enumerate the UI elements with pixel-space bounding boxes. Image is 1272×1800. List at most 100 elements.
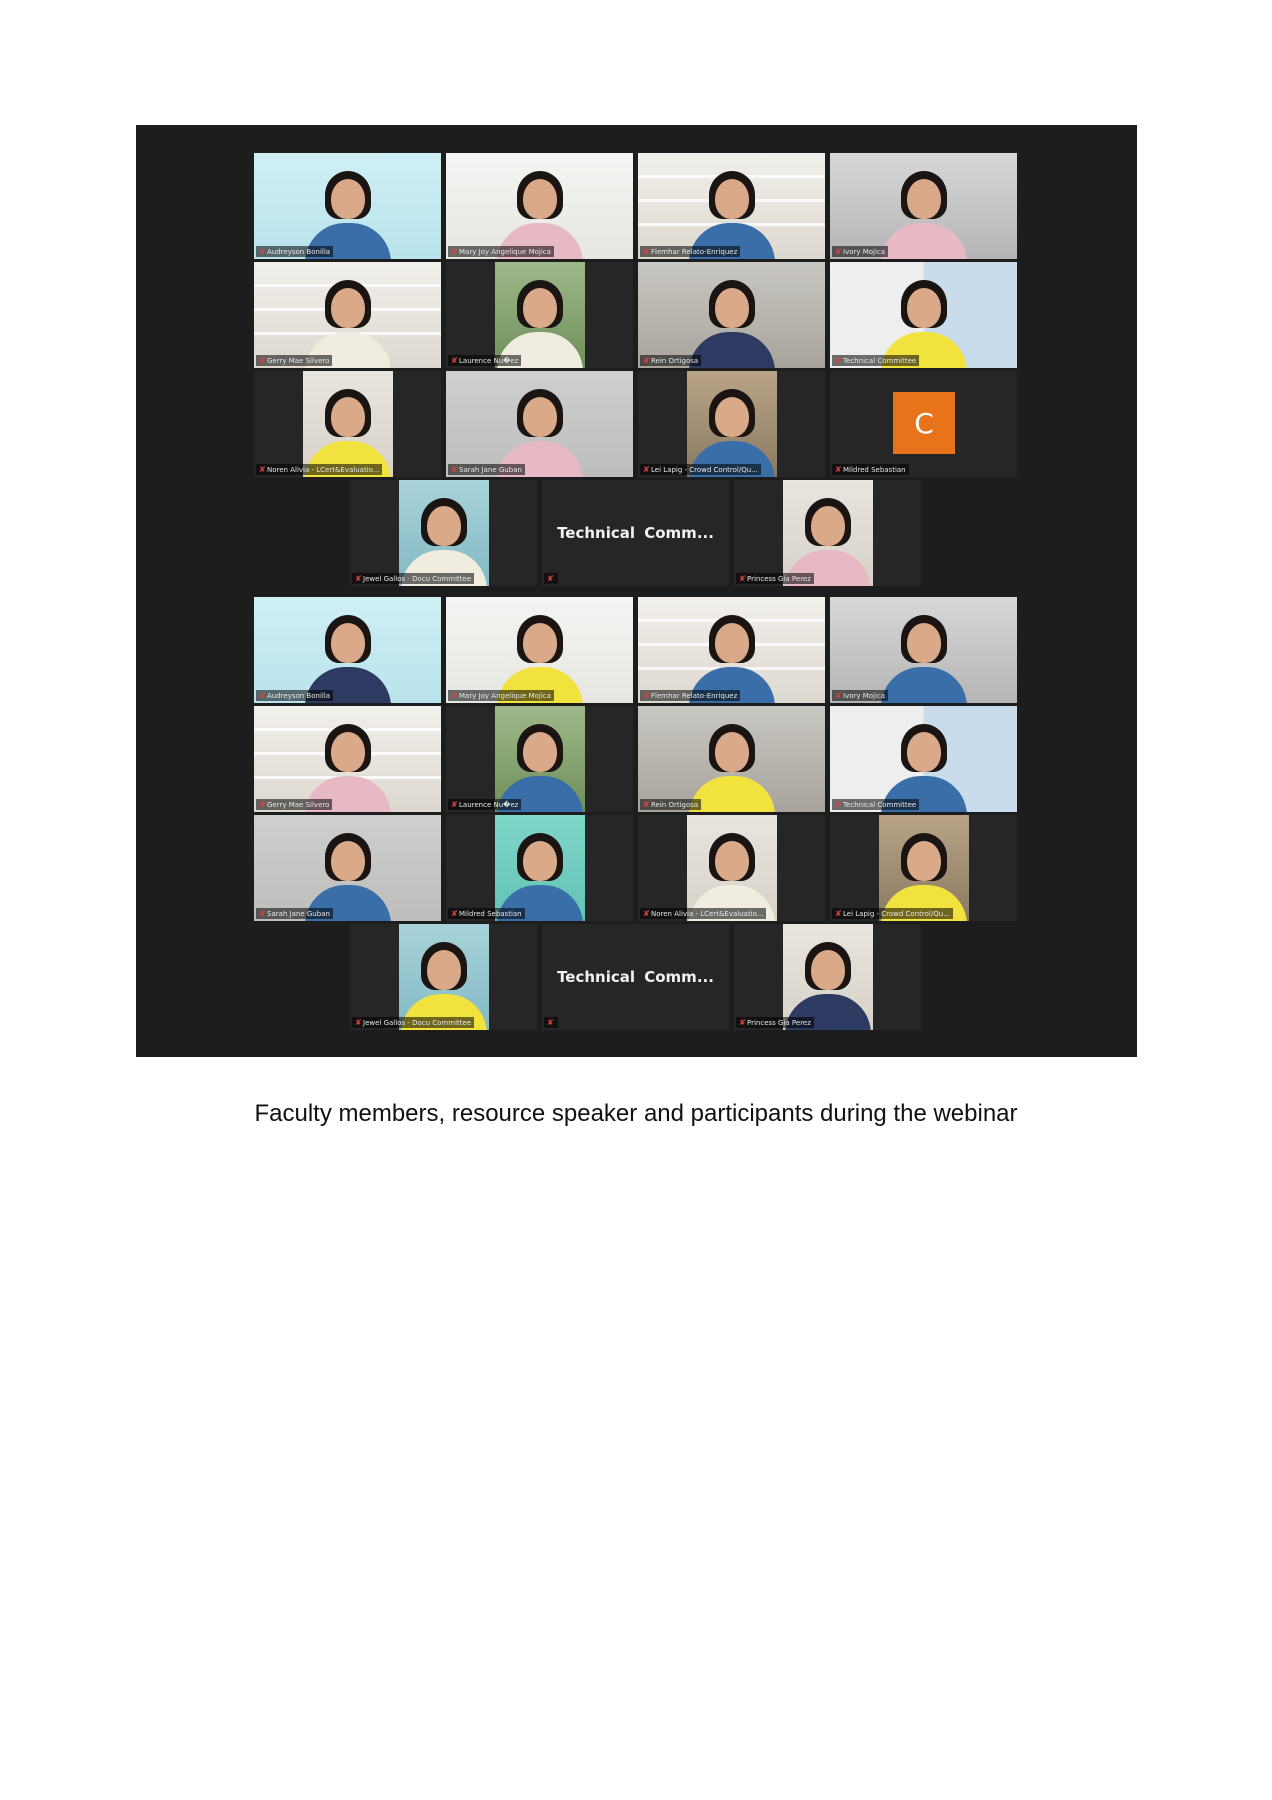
muted-mic-icon: ✘: [355, 575, 361, 583]
video-tile[interactable]: ✘ Noren Alivia - LCert&Evaluatio...: [254, 371, 441, 477]
video-tile[interactable]: ✘ Technical Committee: [830, 706, 1017, 812]
participant-name-bar: ✘ Lei Lapig - Crowd Control/Qu...: [640, 464, 761, 475]
muted-mic-icon: ✘: [643, 801, 649, 809]
camera-feed: [254, 815, 441, 921]
participant-name-bar: ✘ Laurence Nu�ez: [448, 799, 521, 810]
webinar-screenshot: ✘ Audreyson Bonilla ✘ Mary Joy Angelique Mo…: [136, 125, 1137, 1057]
muted-mic-icon: ✘: [259, 801, 265, 809]
video-tile[interactable]: ✘ Princess Gia Perez: [734, 924, 921, 1030]
video-tile[interactable]: ✘ Laurence Nu�ez: [446, 262, 633, 368]
participant-name: Jewel Gallos - Docu Committee: [363, 575, 471, 583]
participant-name: Ivory Mojica: [843, 692, 885, 700]
participant-name-bar: ✘ Noren Alivia - LCert&Evaluatio...: [256, 464, 382, 475]
participant-name: Laurence Nu�ez: [459, 357, 518, 365]
video-tile[interactable]: ✘ Technical Committee: [830, 262, 1017, 368]
video-tile[interactable]: ✘ Mildred Sebastian: [446, 815, 633, 921]
video-tile[interactable]: ✘ Gerry Mae Silvero: [254, 262, 441, 368]
muted-mic-icon: ✘: [643, 357, 649, 365]
video-tile[interactable]: ✘ Flemhar Relato-Enriquez: [638, 597, 825, 703]
camera-feed: [638, 262, 825, 368]
video-tile[interactable]: ✘ Rein Ortigosa: [638, 706, 825, 812]
participant-name-bar: ✘ Ivory Mojica: [832, 690, 888, 701]
video-tile[interactable]: ✘ Audreyson Bonilla: [254, 153, 441, 259]
video-tile[interactable]: ✘ Audreyson Bonilla: [254, 597, 441, 703]
participant-name-bar: ✘ Jewel Gallos - Docu Committee: [352, 573, 474, 584]
video-tile[interactable]: ✘ Noren Alivia - LCert&Evaluatio...: [638, 815, 825, 921]
participant-name-bar: ✘ Audreyson Bonilla: [256, 246, 333, 257]
participant-label: Technical Comm...: [542, 968, 729, 986]
participant-name-bar: ✘ Ivory Mojica: [832, 246, 888, 257]
participant-name-bar: ✘ Laurence Nu�ez: [448, 355, 521, 366]
video-tile[interactable]: ✘ Jewel Gallos - Docu Committee: [350, 480, 537, 586]
camera-feed: [303, 371, 393, 477]
video-tile[interactable]: ✘ Princess Gia Perez: [734, 480, 921, 586]
tile-row: ✘ Jewel Gallos - Docu Committee Technical …: [254, 924, 1019, 1030]
video-tile-camera-off[interactable]: Technical Comm... ✘: [542, 924, 729, 1030]
video-tile[interactable]: ✘ Sarah Jane Guban: [446, 371, 633, 477]
muted-mic-icon: ✘: [547, 575, 553, 583]
participant-name-bar: ✘ Lei Lapig - Crowd Control/Qu...: [832, 908, 953, 919]
video-tile[interactable]: ✘ Flemhar Relato-Enriquez: [638, 153, 825, 259]
video-tile[interactable]: ✘ Gerry Mae Silvero: [254, 706, 441, 812]
muted-mic-icon: ✘: [451, 466, 457, 474]
participant-name: Technical Committee: [843, 357, 916, 365]
participant-name: Technical Committee: [843, 801, 916, 809]
participant-name-bar: ✘ Sarah Jane Guban: [256, 908, 333, 919]
camera-feed: [830, 262, 1017, 368]
video-tile[interactable]: ✘ Rein Ortigosa: [638, 262, 825, 368]
muted-mic-icon: ✘: [451, 910, 457, 918]
video-tile[interactable]: C ✘ Mildred Sebastian: [830, 371, 1017, 477]
participant-name: Flemhar Relato-Enriquez: [651, 248, 737, 256]
participant-name: Noren Alivia - LCert&Evaluatio...: [267, 466, 379, 474]
video-tile[interactable]: ✘ Jewel Gallos - Docu Committee: [350, 924, 537, 1030]
tile-row: ✘ Noren Alivia - LCert&Evaluatio... ✘ Sarah…: [254, 371, 1019, 477]
camera-feed: [830, 153, 1017, 259]
participant-name-bar: ✘ Noren Alivia - LCert&Evaluatio...: [640, 908, 766, 919]
participant-name: Audreyson Bonilla: [267, 248, 330, 256]
muted-mic-icon: ✘: [835, 801, 841, 809]
participant-name: Princess Gia Perez: [747, 575, 811, 583]
muted-mic-icon: ✘: [259, 248, 265, 256]
video-tile[interactable]: ✘ Mary Joy Angelique Mojica: [446, 597, 633, 703]
participant-name-bar: ✘ Jewel Gallos - Docu Committee: [352, 1017, 474, 1028]
camera-feed: [495, 262, 585, 368]
camera-feed: [638, 153, 825, 259]
muted-mic-icon: ✘: [643, 248, 649, 256]
camera-feed: [254, 706, 441, 812]
video-tile[interactable]: ✘ Laurence Nu�ez: [446, 706, 633, 812]
camera-feed: [638, 597, 825, 703]
participant-name: Gerry Mae Silvero: [267, 357, 329, 365]
participant-name: Mildred Sebastian: [843, 466, 906, 474]
camera-feed: [399, 924, 489, 1030]
participant-name-bar: ✘ Rein Ortigosa: [640, 799, 701, 810]
camera-feed: [638, 706, 825, 812]
video-tile[interactable]: ✘ Ivory Mojica: [830, 153, 1017, 259]
participant-name: Rein Ortigosa: [651, 357, 698, 365]
tile-row: ✘ Audreyson Bonilla ✘ Mary Joy Angelique Mo…: [254, 597, 1019, 703]
tile-row: ✘ Jewel Gallos - Docu Committee Technical …: [254, 480, 1019, 586]
muted-mic-icon: ✘: [643, 692, 649, 700]
muted-mic-icon: ✘: [835, 692, 841, 700]
participant-name-bar: ✘ Sarah Jane Guban: [448, 464, 525, 475]
participant-name: Mary Joy Angelique Mojica: [459, 692, 551, 700]
tile-row: ✘ Gerry Mae Silvero ✘ Laurence Nu�ez ✘ Rein O…: [254, 262, 1019, 368]
camera-feed: [254, 597, 441, 703]
participant-name-bar: ✘: [544, 1017, 558, 1028]
camera-feed: [879, 815, 969, 921]
muted-mic-icon: ✘: [643, 466, 649, 474]
video-tile[interactable]: ✘ Lei Lapig - Crowd Control/Qu...: [638, 371, 825, 477]
video-tile[interactable]: ✘ Lei Lapig - Crowd Control/Qu...: [830, 815, 1017, 921]
video-tile[interactable]: ✘ Sarah Jane Guban: [254, 815, 441, 921]
muted-mic-icon: ✘: [451, 357, 457, 365]
video-tile-camera-off[interactable]: Technical Comm... ✘: [542, 480, 729, 586]
muted-mic-icon: ✘: [835, 466, 841, 474]
video-tile[interactable]: ✘ Mary Joy Angelique Mojica: [446, 153, 633, 259]
muted-mic-icon: ✘: [739, 1019, 745, 1027]
avatar: C: [893, 392, 955, 454]
tile-row: ✘ Audreyson Bonilla ✘ Mary Joy Angelique Mo…: [254, 153, 1019, 259]
participant-name-bar: ✘ Gerry Mae Silvero: [256, 355, 332, 366]
camera-feed: [830, 597, 1017, 703]
camera-feed: [399, 480, 489, 586]
video-tile[interactable]: ✘ Ivory Mojica: [830, 597, 1017, 703]
camera-feed: [446, 153, 633, 259]
